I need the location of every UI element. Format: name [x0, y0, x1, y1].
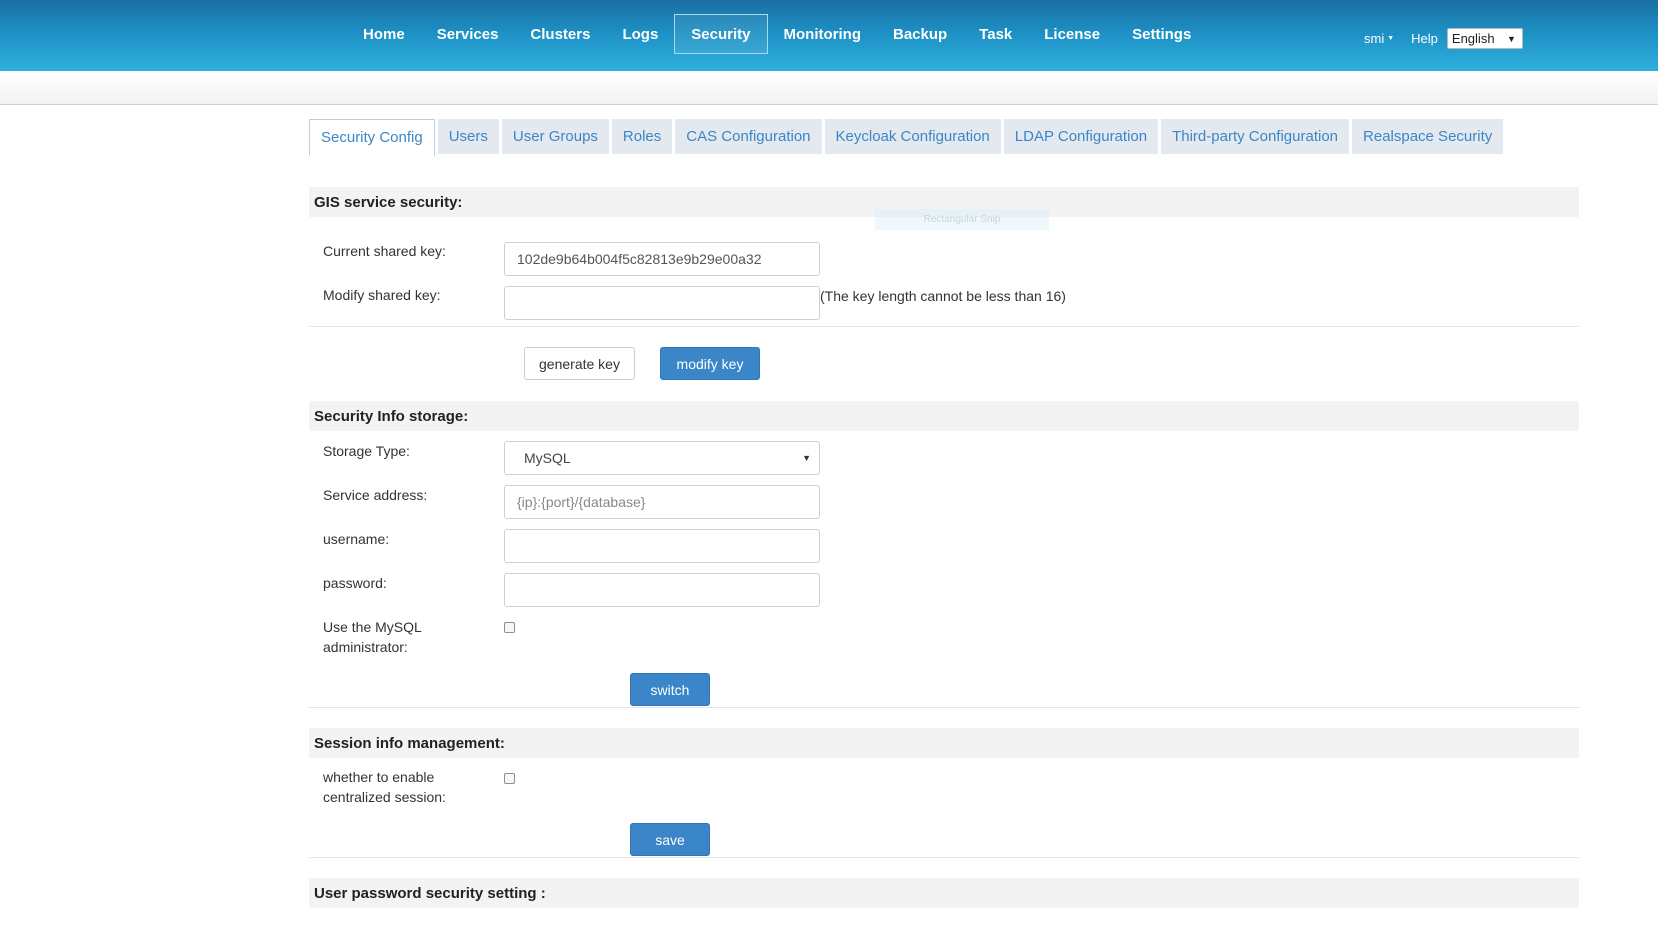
language-value: English — [1451, 31, 1495, 46]
nav-logs[interactable]: Logs — [606, 14, 674, 54]
caret-down-icon: ▼ — [1387, 35, 1395, 42]
nav-clusters[interactable]: Clusters — [514, 14, 606, 54]
help-link[interactable]: Help — [1411, 31, 1438, 46]
nav-task[interactable]: Task — [963, 14, 1028, 54]
nav-license[interactable]: License — [1028, 14, 1116, 54]
mysql-admin-label-line2: administrator: — [323, 639, 408, 655]
password-field[interactable] — [504, 573, 820, 607]
current-key-field[interactable]: 102de9b64b004f5c82813e9b29e00a32 — [504, 242, 820, 276]
centralized-session-label-line2: centralized session: — [323, 789, 446, 805]
tab-roles[interactable]: Roles — [611, 119, 673, 154]
top-navbar: Home Services Clusters Logs Security Mon… — [0, 0, 1658, 71]
user-menu[interactable]: smi ▼ — [1364, 31, 1394, 46]
security-tabs: Security Config Users User Groups Roles … — [309, 119, 1504, 156]
snip-overlay: Rectangular Snip — [875, 209, 1049, 230]
username-label: username: — [323, 531, 390, 547]
modify-key-label: Modify shared key: — [323, 287, 441, 303]
user-name: smi — [1364, 31, 1385, 46]
dropdown-arrow-icon: ▼ — [1506, 33, 1516, 44]
tab-security-config[interactable]: Security Config — [309, 119, 435, 156]
mysql-admin-label: Use the MySQL administrator: — [323, 617, 422, 657]
tab-users[interactable]: Users — [437, 119, 499, 154]
main-nav: Home Services Clusters Logs Security Mon… — [347, 14, 1207, 54]
save-button[interactable]: save — [630, 823, 710, 856]
tab-cas-configuration[interactable]: CAS Configuration — [675, 119, 822, 154]
nav-right: smi ▼ Help English ▼ — [1364, 28, 1523, 49]
generate-key-button[interactable]: generate key — [524, 347, 635, 380]
sub-header-bar — [0, 71, 1658, 105]
password-label: password: — [323, 575, 387, 591]
nav-home[interactable]: Home — [347, 14, 421, 54]
key-length-hint: (The key length cannot be less than 16) — [820, 288, 1066, 304]
nav-settings[interactable]: Settings — [1116, 14, 1207, 54]
tab-keycloak-configuration[interactable]: Keycloak Configuration — [824, 119, 1001, 154]
section-title-storage: Security Info storage: — [309, 401, 1579, 431]
section-title-password-security: User password security setting : — [309, 878, 1579, 908]
divider — [309, 326, 1579, 327]
service-address-field[interactable]: {ip}:{port}/{database} — [504, 485, 820, 519]
language-select[interactable]: English ▼ — [1446, 28, 1523, 49]
current-key-label: Current shared key: — [323, 243, 446, 259]
centralized-session-label: whether to enable centralized session: — [323, 767, 446, 807]
storage-type-select[interactable]: MySQL ▼ — [504, 441, 820, 475]
divider — [309, 857, 1579, 858]
nav-security[interactable]: Security — [674, 14, 768, 54]
tab-realspace-security[interactable]: Realspace Security — [1352, 119, 1504, 154]
dropdown-arrow-icon: ▼ — [802, 453, 811, 463]
tab-user-groups[interactable]: User Groups — [501, 119, 609, 154]
storage-type-label: Storage Type: — [323, 443, 410, 459]
nav-services[interactable]: Services — [421, 14, 515, 54]
divider — [309, 707, 1579, 708]
nav-monitoring[interactable]: Monitoring — [768, 14, 877, 54]
nav-backup[interactable]: Backup — [877, 14, 963, 54]
mysql-admin-label-line1: Use the MySQL — [323, 619, 422, 635]
username-field[interactable] — [504, 529, 820, 563]
section-title-session: Session info management: — [309, 728, 1579, 758]
tab-ldap-configuration[interactable]: LDAP Configuration — [1003, 119, 1159, 154]
centralized-session-checkbox[interactable] — [504, 773, 515, 784]
storage-type-value: MySQL — [524, 450, 571, 466]
modify-key-button[interactable]: modify key — [660, 347, 760, 380]
switch-button[interactable]: switch — [630, 673, 710, 706]
mysql-admin-checkbox[interactable] — [504, 622, 515, 633]
tab-third-party-configuration[interactable]: Third-party Configuration — [1161, 119, 1350, 154]
centralized-session-label-line1: whether to enable — [323, 769, 435, 785]
service-address-label: Service address: — [323, 487, 428, 503]
modify-key-field[interactable] — [504, 286, 820, 320]
